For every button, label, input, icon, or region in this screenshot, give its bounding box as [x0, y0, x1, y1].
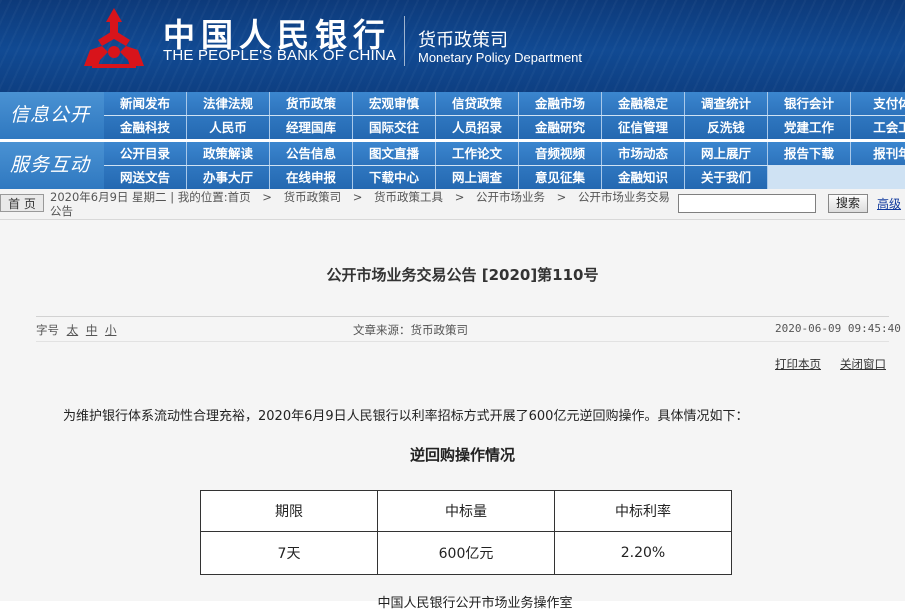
table-cell-term: 7天 — [200, 531, 378, 575]
nav-row-4: 网送文告 办事大厅 在线申报 下载中心 网上调查 意见征集 金融知识 关于我们 — [104, 166, 768, 189]
print-page-link[interactable]: 打印本页 — [775, 356, 821, 372]
nav-row-2: 金融科技 人民币 经理国库 国际交往 人员招录 金融研究 征信管理 反洗钱 党建… — [104, 116, 905, 139]
dept-name-cn: 货币政策司 — [418, 30, 508, 51]
article-paragraph: 为维护银行体系流动性合理充裕，2020年6月9日人民银行以利率招标方式开展了60… — [63, 409, 749, 424]
nav-item[interactable]: 音频视频 — [519, 142, 602, 165]
table-header-cell: 中标量 — [377, 490, 555, 532]
section-label-info: 信息公开 — [0, 92, 104, 139]
main-nav: 信息公开 服务互动 新闻发布 法律法规 货币政策 宏观审慎 信贷政策 金融市场 … — [0, 92, 905, 189]
article-area: 公开市场业务交易公告 [2020]第110号 字号 太 中 小 文章来源：货币政… — [0, 220, 905, 611]
nav-item[interactable]: 金融知识 — [602, 166, 685, 189]
nav-item[interactable]: 调查统计 — [685, 92, 768, 115]
breadcrumb-separator: > — [454, 190, 465, 204]
nav-item[interactable]: 金融稳定 — [602, 92, 685, 115]
article-datetime: 2020-06-09 09:45:40 — [775, 322, 901, 335]
article-source: 文章来源：货币政策司 — [353, 323, 468, 337]
advanced-search-link[interactable]: 高级 — [877, 195, 901, 212]
font-size-medium[interactable]: 中 — [86, 323, 98, 337]
search-input[interactable] — [678, 194, 816, 213]
table-row: 7天 600亿元 2.20% — [200, 531, 732, 575]
nav-item[interactable]: 货币政策 — [270, 92, 353, 115]
search-button[interactable]: 搜索 — [828, 194, 868, 213]
home-button[interactable]: 首 页 — [0, 194, 44, 212]
nav-item[interactable]: 网送文告 — [104, 166, 187, 189]
nav-item[interactable]: 银行会计 — [768, 92, 851, 115]
nav-item[interactable]: 国际交往 — [353, 116, 436, 139]
site-banner: 中国人民银行 THE PEOPLE'S BANK OF CHINA 货币政策司 … — [0, 0, 905, 92]
table-cell-rate: 2.20% — [554, 531, 732, 575]
nav-row-3: 公开目录 政策解读 公告信息 图文直播 工作论文 音频视频 市场动态 网上展厅 … — [104, 142, 905, 165]
meta-divider — [36, 316, 889, 317]
pboc-emblem-icon[interactable] — [78, 6, 150, 70]
font-size-label: 字号 — [36, 323, 59, 337]
breadcrumb-item[interactable]: 公开市场业务 — [476, 190, 545, 204]
meta-divider-bottom — [36, 341, 889, 342]
nav-item[interactable]: 政策解读 — [187, 142, 270, 165]
nav-item[interactable]: 网上展厅 — [685, 142, 768, 165]
nav-item[interactable]: 宏观审慎 — [353, 92, 436, 115]
nav-item[interactable]: 经理国库 — [270, 116, 353, 139]
dept-name-en: Monetary Policy Department — [418, 50, 583, 65]
current-date: 2020年6月9日 星期二 — [50, 190, 167, 204]
breadcrumb-separator: > — [262, 190, 272, 204]
table-header-cell: 中标利率 — [554, 490, 732, 532]
breadcrumb-item[interactable]: 货币政策司 — [284, 190, 342, 204]
nav-item[interactable]: 工作论文 — [436, 142, 519, 165]
nav-row-1: 新闻发布 法律法规 货币政策 宏观审慎 信贷政策 金融市场 金融稳定 调查统计 … — [104, 92, 905, 115]
breadcrumb-item[interactable]: 货币政策工具 — [374, 190, 443, 204]
nav-item[interactable]: 反洗钱 — [685, 116, 768, 139]
nav-item[interactable]: 金融研究 — [519, 116, 602, 139]
breadcrumb-bar: 首 页 2020年6月9日 星期二 | 我的位置:首页 > 货币政策司 > 货币… — [0, 189, 905, 220]
table-header-cell: 期限 — [200, 490, 378, 532]
breadcrumb-separator: > — [352, 190, 363, 204]
nav-item[interactable]: 意见征集 — [519, 166, 602, 189]
breadcrumb-separator: > — [556, 190, 567, 204]
section-label-service: 服务互动 — [0, 142, 104, 189]
nav-item[interactable]: 新闻发布 — [104, 92, 187, 115]
nav-item[interactable]: 人员招录 — [436, 116, 519, 139]
nav-item[interactable]: 党建工作 — [768, 116, 851, 139]
nav-item[interactable]: 信贷政策 — [436, 92, 519, 115]
nav-item[interactable]: 在线申报 — [270, 166, 353, 189]
bank-name-en: THE PEOPLE'S BANK OF CHINA — [163, 47, 397, 64]
table-cell-amount: 600亿元 — [377, 531, 555, 575]
banner-divider — [404, 16, 405, 66]
table-header-row: 期限 中标量 中标利率 — [200, 490, 732, 532]
nav-item[interactable]: 金融市场 — [519, 92, 602, 115]
nav-item[interactable]: 下载中心 — [353, 166, 436, 189]
nav-item[interactable]: 公开目录 — [104, 142, 187, 165]
operations-table: 期限 中标量 中标利率 7天 600亿元 2.20% — [200, 490, 732, 575]
nav-item[interactable]: 征信管理 — [602, 116, 685, 139]
table-title: 逆回购操作情况 — [409, 446, 515, 464]
font-size-large[interactable]: 太 — [67, 323, 79, 337]
article-signature: 中国人民银行公开市场业务操作室 — [377, 596, 573, 611]
breadcrumb-location-label[interactable]: 我的位置:首页 — [178, 190, 251, 204]
nav-item[interactable]: 市场动态 — [602, 142, 685, 165]
nav-item[interactable]: 报刊年 — [851, 142, 905, 165]
nav-item[interactable]: 图文直播 — [353, 142, 436, 165]
nav-item[interactable]: 报告下载 — [768, 142, 851, 165]
nav-item[interactable]: 金融科技 — [104, 116, 187, 139]
close-window-link[interactable]: 关闭窗口 — [840, 356, 886, 372]
nav-item[interactable]: 公告信息 — [270, 142, 353, 165]
nav-item[interactable]: 支付体 — [851, 92, 905, 115]
article-title: 公开市场业务交易公告 [2020]第110号 — [326, 266, 599, 284]
nav-item[interactable]: 法律法规 — [187, 92, 270, 115]
nav-item[interactable]: 关于我们 — [685, 166, 768, 189]
nav-item[interactable]: 办事大厅 — [187, 166, 270, 189]
breadcrumb: 2020年6月9日 星期二 | 我的位置:首页 > 货币政策司 > 货币政策工具… — [50, 190, 670, 218]
nav-item[interactable]: 人民币 — [187, 116, 270, 139]
nav-item[interactable]: 工会工 — [851, 116, 905, 139]
nav-item[interactable]: 网上调查 — [436, 166, 519, 189]
font-size-small[interactable]: 小 — [105, 323, 117, 337]
font-size-control: 字号 太 中 小 — [36, 322, 116, 338]
